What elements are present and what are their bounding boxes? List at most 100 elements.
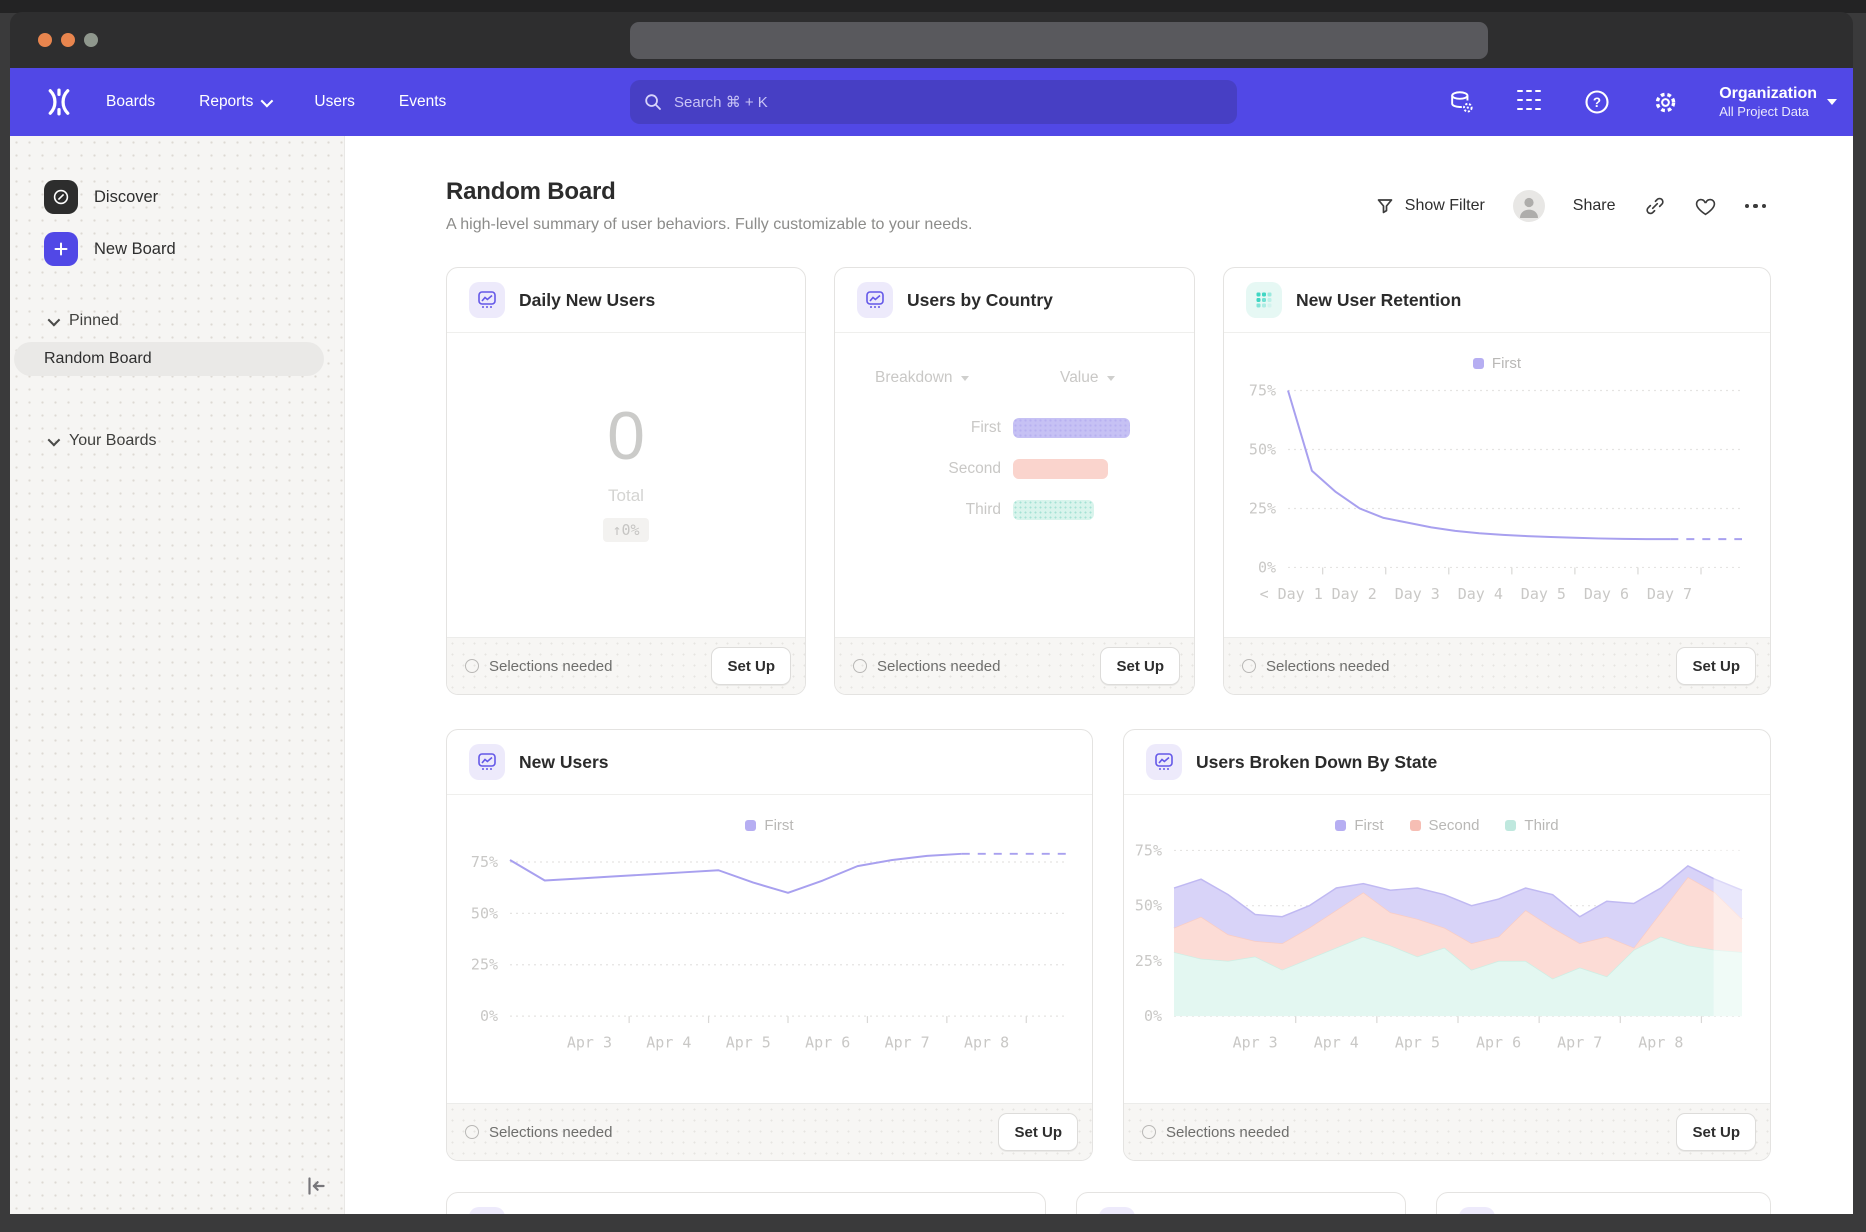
window-zoom-button[interactable] xyxy=(84,33,98,47)
svg-text:Apr 5: Apr 5 xyxy=(1395,1034,1440,1052)
line-chart-icon xyxy=(1146,744,1182,780)
primary-nav: Boards Reports Users Events xyxy=(106,93,446,111)
svg-text:Day 2: Day 2 xyxy=(1332,585,1377,603)
svg-text:Apr 8: Apr 8 xyxy=(1638,1034,1683,1052)
address-bar[interactable] xyxy=(630,22,1488,59)
svg-text:50%: 50% xyxy=(1249,440,1276,458)
project-name: All Project Data xyxy=(1719,104,1817,120)
chevron-down-icon xyxy=(48,313,61,326)
collapse-left-icon xyxy=(303,1173,329,1199)
value-bar xyxy=(1013,418,1130,438)
status-text: Selections needed xyxy=(853,658,1000,675)
sidebar-section-pinned[interactable]: Pinned xyxy=(48,312,344,330)
radio-circle-icon xyxy=(465,1125,479,1139)
sidebar-item-discover[interactable]: Discover xyxy=(44,136,344,214)
board-main: Random Board A high-level summary of use… xyxy=(345,136,1853,1214)
card-footer: Selections needed Set Up xyxy=(447,1103,1092,1160)
org-project-switcher[interactable]: Organization All Project Data xyxy=(1719,84,1837,120)
search-icon xyxy=(644,93,662,111)
value-bar xyxy=(1013,500,1094,520)
page-title: Random Board xyxy=(446,178,972,206)
status-text: Selections needed xyxy=(1142,1124,1289,1141)
value-bar xyxy=(1013,459,1108,479)
set-up-button[interactable]: Set Up xyxy=(998,1113,1078,1151)
svg-text:Apr 8: Apr 8 xyxy=(964,1034,1009,1052)
svg-text:Apr 7: Apr 7 xyxy=(885,1034,930,1052)
value-column-header[interactable]: Value xyxy=(1060,369,1115,387)
global-search[interactable] xyxy=(630,80,1237,124)
card-title: Daily New Users xyxy=(519,290,655,311)
set-up-button[interactable]: Set Up xyxy=(1676,647,1756,685)
nav-item-events[interactable]: Events xyxy=(399,93,446,111)
share-button[interactable]: Share xyxy=(1573,197,1616,215)
nav-item-users[interactable]: Users xyxy=(314,93,354,111)
radio-circle-icon xyxy=(465,659,479,673)
sidebar-item-new-board[interactable]: New Board xyxy=(44,232,344,266)
breakdown-column-header[interactable]: Breakdown xyxy=(875,369,969,387)
sidebar-item-random-board[interactable]: Random Board xyxy=(14,342,324,376)
data-management-icon[interactable] xyxy=(1447,88,1475,116)
svg-text:0%: 0% xyxy=(1144,1007,1162,1025)
row-label: First xyxy=(835,419,1001,437)
caret-down-icon xyxy=(1107,376,1115,381)
mixpanel-logo[interactable] xyxy=(44,87,74,117)
discover-icon xyxy=(44,180,78,214)
svg-text:25%: 25% xyxy=(1135,952,1162,970)
window-minimize-button[interactable] xyxy=(61,33,75,47)
settings-gear-icon[interactable] xyxy=(1651,88,1679,116)
nav-item-reports[interactable]: Reports xyxy=(199,93,270,111)
status-text: Selections needed xyxy=(465,1124,612,1141)
svg-text:Day 4: Day 4 xyxy=(1458,585,1503,603)
window-close-button[interactable] xyxy=(38,33,52,47)
row-label: Third xyxy=(835,501,1001,519)
svg-text:Apr 3: Apr 3 xyxy=(567,1034,612,1052)
svg-text:?: ? xyxy=(1593,95,1601,110)
sidebar-collapse-button[interactable] xyxy=(302,1172,330,1200)
svg-text:Apr 6: Apr 6 xyxy=(1476,1034,1521,1052)
app-content: Discover New Board Pinned Random Board xyxy=(10,136,1853,1214)
show-filter-button[interactable]: Show Filter xyxy=(1375,196,1485,216)
set-up-button[interactable]: Set Up xyxy=(1676,1113,1756,1151)
card-users-by-state: Users Broken Down By State First Second … xyxy=(1123,729,1771,1161)
set-up-button[interactable]: Set Up xyxy=(711,647,791,685)
metric-value: 0 xyxy=(607,402,645,470)
card-title: New User Retention xyxy=(1296,290,1461,311)
breakdown-row: Second xyxy=(835,459,1108,479)
status-text: Selections needed xyxy=(465,658,612,675)
svg-text:75%: 75% xyxy=(471,853,498,871)
search-input[interactable] xyxy=(672,93,1223,112)
nav-item-boards[interactable]: Boards xyxy=(106,93,155,111)
more-options-button[interactable] xyxy=(1745,204,1767,209)
svg-text:25%: 25% xyxy=(1249,499,1276,517)
svg-text:75%: 75% xyxy=(1135,841,1162,859)
set-up-button[interactable]: Set Up xyxy=(1100,647,1180,685)
card-footer: Selections needed Set Up xyxy=(1224,637,1770,694)
radio-circle-icon xyxy=(1142,1125,1156,1139)
svg-text:Day 5: Day 5 xyxy=(1521,585,1566,603)
card-footer: Selections needed Set Up xyxy=(447,637,805,694)
board-header: Random Board A high-level summary of use… xyxy=(345,136,1853,234)
board-link-label: Random Board xyxy=(44,350,152,368)
copy-link-button[interactable] xyxy=(1644,195,1666,217)
plus-icon xyxy=(44,232,78,266)
svg-text:50%: 50% xyxy=(1135,897,1162,915)
section-label: Pinned xyxy=(69,312,119,330)
sidebar-section-your-boards[interactable]: Your Boards xyxy=(48,432,344,450)
card-footer: Selections needed Set Up xyxy=(1124,1103,1770,1160)
line-chart-icon xyxy=(469,1207,505,1214)
caret-down-icon xyxy=(961,376,969,381)
svg-text:< Day 1: < Day 1 xyxy=(1260,585,1323,603)
svg-text:25%: 25% xyxy=(471,956,498,974)
avatar[interactable] xyxy=(1513,190,1545,222)
metric-block: 0 Total ↑0% xyxy=(447,333,805,637)
navbar-right-cluster: ? Organization All Project Data xyxy=(1447,68,1837,136)
app-window: Boards Reports Users Events xyxy=(10,12,1853,1214)
chevron-down-icon xyxy=(48,433,61,446)
svg-text:Apr 5: Apr 5 xyxy=(726,1034,771,1052)
apps-grid-icon[interactable] xyxy=(1515,88,1543,116)
sidebar: Discover New Board Pinned Random Board xyxy=(10,136,345,1214)
radio-circle-icon xyxy=(1242,659,1256,673)
help-icon[interactable]: ? xyxy=(1583,88,1611,116)
favorite-button[interactable] xyxy=(1694,195,1717,218)
link-icon xyxy=(1644,195,1666,217)
